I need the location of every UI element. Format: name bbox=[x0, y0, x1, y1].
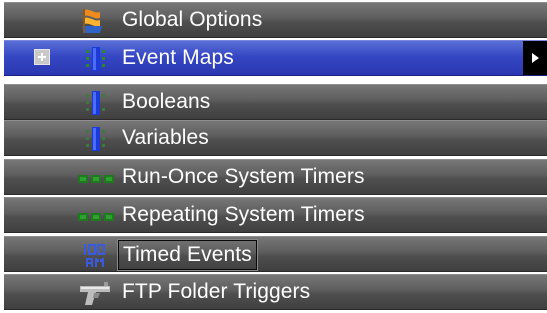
tree-item-repeating-system-timers[interactable]: Repeating System Timers bbox=[4, 197, 547, 233]
tree-item-label: Run-Once System Timers bbox=[122, 165, 365, 188]
booleans-icon bbox=[76, 88, 118, 118]
tree-item-run-once-system-timers[interactable]: Run-Once System Timers bbox=[4, 159, 547, 195]
tree-item-timed-events[interactable]: Timed Events bbox=[4, 236, 547, 272]
tree-item-label: Variables bbox=[122, 126, 209, 149]
tree-item-booleans[interactable]: Booleans bbox=[4, 84, 547, 120]
tree-item-label: Booleans bbox=[122, 90, 211, 113]
tree-item-label: Repeating System Timers bbox=[122, 203, 365, 226]
tree-item-label: Timed Events bbox=[117, 239, 258, 271]
tree-item-event-maps[interactable]: Event Maps bbox=[4, 40, 547, 76]
options-tree: Global Options Event Maps Booleans Varia… bbox=[0, 0, 547, 313]
ftp-folder-trigger-icon bbox=[76, 278, 118, 308]
run-once-timer-icon bbox=[76, 163, 118, 193]
tree-item-global-options[interactable]: Global Options bbox=[4, 2, 547, 38]
variables-icon bbox=[76, 124, 118, 154]
repeating-timer-icon bbox=[76, 201, 118, 231]
tree-item-variables[interactable]: Variables bbox=[4, 120, 547, 156]
tree-item-label: FTP Folder Triggers bbox=[122, 280, 311, 303]
expand-plus-icon[interactable] bbox=[34, 49, 50, 65]
tree-item-label: Event Maps bbox=[122, 46, 234, 69]
submenu-arrow-icon[interactable] bbox=[523, 41, 547, 75]
tree-item-label: Global Options bbox=[122, 8, 263, 31]
global-options-icon bbox=[76, 6, 118, 36]
event-maps-icon bbox=[76, 44, 118, 74]
tree-item-ftp-folder-triggers[interactable]: FTP Folder Triggers bbox=[4, 274, 547, 310]
timed-events-icon bbox=[76, 240, 118, 270]
